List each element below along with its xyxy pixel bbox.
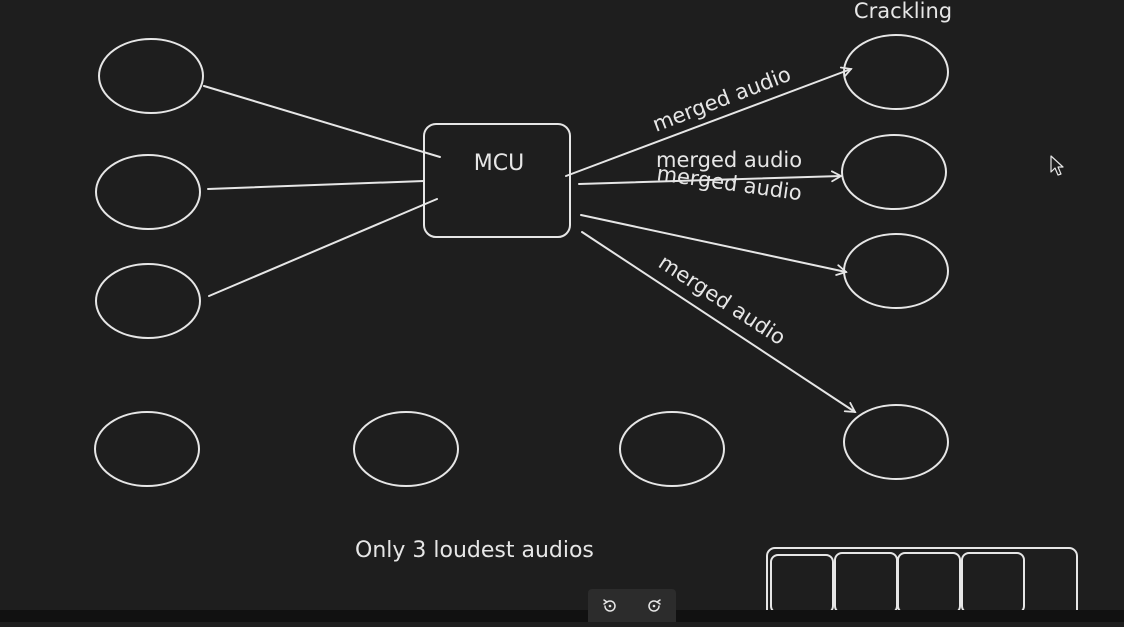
diagram-svg: MCU merged audio merged audio merged aud… xyxy=(94,0,1078,627)
mcu-label: MCU xyxy=(474,151,524,176)
footer-caption: Only 3 loudest audios xyxy=(355,538,594,563)
receiver-node-right-2 xyxy=(841,134,947,210)
redo-button[interactable] xyxy=(641,593,667,619)
undo-button[interactable] xyxy=(597,593,623,619)
incoming-line-2 xyxy=(207,180,425,190)
participant-node-left-3 xyxy=(95,263,201,339)
participant-node-bottom-1 xyxy=(94,411,200,487)
slot-1 xyxy=(770,554,834,614)
mcu-box xyxy=(423,123,571,238)
slot-2 xyxy=(834,552,898,614)
slot-3 xyxy=(897,552,961,614)
participant-node-bottom-3 xyxy=(619,411,725,487)
rotate-left-icon xyxy=(603,598,616,612)
participant-node-bottom-2 xyxy=(353,411,459,487)
merged-audio-label-4: merged audio xyxy=(654,250,790,350)
crackling-label: Crackling xyxy=(854,0,952,23)
incoming-line-3 xyxy=(208,198,438,297)
participant-node-left-1 xyxy=(98,38,204,114)
mouse-pointer-icon xyxy=(1050,155,1064,176)
receiver-node-right-4 xyxy=(843,404,949,480)
outgoing-arrow-3 xyxy=(580,214,848,276)
incoming-line-1 xyxy=(203,85,441,158)
receiver-node-right-1 xyxy=(843,34,949,110)
slot-4 xyxy=(961,552,1025,614)
participant-node-left-2 xyxy=(95,154,201,230)
outgoing-arrow-4 xyxy=(581,231,857,414)
bottom-bar xyxy=(0,610,1124,622)
undo-redo-toolbar xyxy=(588,589,676,622)
receiver-node-right-3 xyxy=(843,233,949,309)
diagram-canvas[interactable]: MCU merged audio merged audio merged aud… xyxy=(0,0,1124,627)
rotate-right-icon xyxy=(648,598,661,612)
